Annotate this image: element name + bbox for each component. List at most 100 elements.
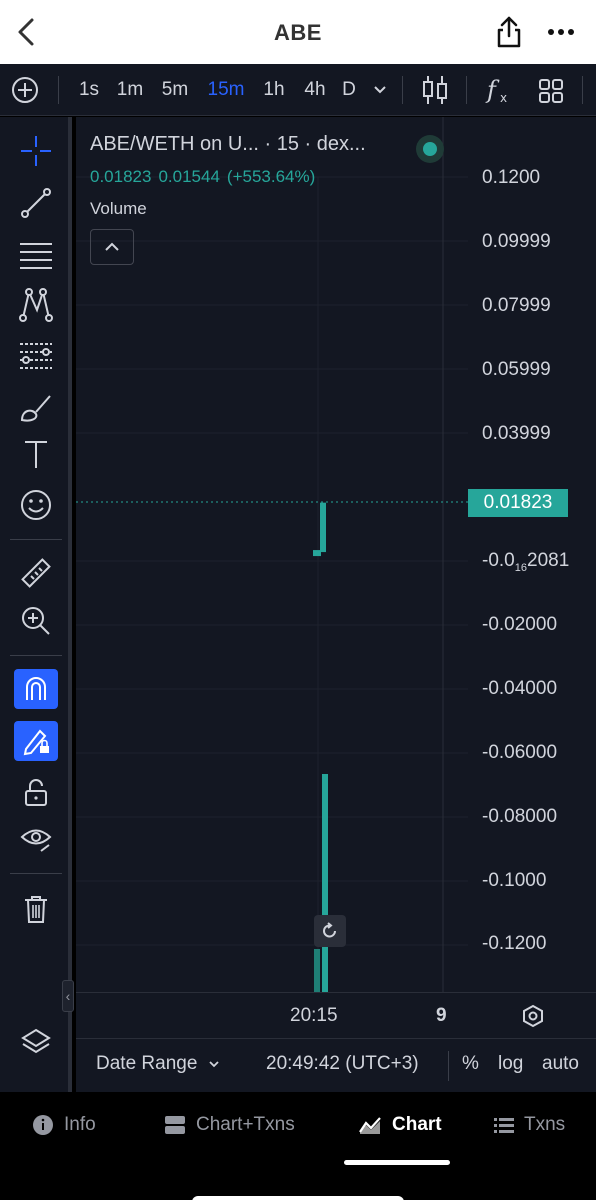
tools-divider [10, 873, 62, 874]
price-tick-label: 0.05999 [482, 359, 551, 380]
price-tick-label: 0.09999 [482, 231, 551, 252]
legend-change-percent: (+553.64%) [226, 167, 316, 186]
volume-bar [314, 949, 320, 992]
percent-scale-toggle[interactable]: % [462, 1053, 479, 1075]
tab-info-label: Info [64, 1114, 96, 1135]
interval-D[interactable]: D [338, 64, 360, 116]
reset-chart-icon[interactable] [314, 915, 346, 947]
drawing-tools-panel [0, 117, 72, 1092]
footer-divider [448, 1051, 449, 1081]
brush-icon[interactable] [14, 387, 58, 427]
price-tick-label: -0.1000 [482, 870, 547, 891]
collapse-tools-chevron-icon[interactable]: ‹ [62, 980, 74, 1012]
stay-in-drawing-mode-icon[interactable] [14, 721, 58, 761]
time-axis[interactable]: 20:15 9 [76, 992, 596, 1038]
price-tick-label: -0.1200 [482, 933, 547, 954]
pattern-icon[interactable] [14, 285, 58, 325]
chevron-down-icon [209, 1061, 219, 1068]
horizontal-lines-icon[interactable] [14, 235, 58, 275]
current-price-badge: 0.01823 [468, 489, 568, 517]
trash-icon[interactable] [14, 889, 58, 929]
candle-group [313, 502, 326, 557]
interval-1m[interactable]: 1m [112, 64, 148, 116]
interval-5m[interactable]: 5m [156, 64, 194, 116]
price-tick-label: -0.02000 [482, 614, 558, 635]
legend-close-value: 0.01823 [90, 167, 152, 186]
svg-text:x: x [500, 91, 507, 105]
trend-line-icon[interactable] [14, 183, 58, 223]
chart-toolbar: 1s 1m 5m 15m 1h 4h D fx [0, 64, 596, 116]
price-tick-label: -0.08000 [482, 806, 558, 827]
lock-icon[interactable] [14, 773, 58, 813]
market-status-dot [416, 135, 444, 163]
svg-text:f: f [485, 76, 500, 104]
tab-chart-label: Chart [392, 1114, 442, 1135]
price-chart[interactable]: ABE/WETH on U... · 15 · dex... 0.01823 0.… [76, 117, 596, 1092]
volume-legend-label: Volume [90, 199, 147, 218]
price-tick-label-subscript: -0.0162081 [482, 550, 569, 574]
interval-1h[interactable]: 1h [258, 64, 290, 116]
interval-dropdown-chevron-icon[interactable] [368, 64, 392, 116]
chart-footer-bar: Date Range 20:49:42 (UTC+3) % log auto [76, 1038, 596, 1092]
layers-icon[interactable] [14, 1023, 58, 1063]
price-tick-label: 0.03999 [482, 423, 551, 444]
interval-1s[interactable]: 1s [72, 64, 106, 116]
toolbar-divider [582, 76, 583, 104]
tab-chart[interactable]: Chart [358, 1114, 442, 1136]
magnet-icon[interactable] [14, 669, 58, 709]
legend-collapse-chevron-icon[interactable] [90, 229, 134, 265]
tab-chart-txns[interactable]: Chart+Txns [164, 1114, 295, 1136]
legend-change-value: 0.01544 [158, 167, 220, 186]
clock-timezone[interactable]: 20:49:42 (UTC+3) [266, 1053, 419, 1075]
add-symbol-icon[interactable] [10, 64, 40, 116]
time-axis-extra-label: 9 [436, 1005, 447, 1026]
price-tick-prefix: -0.0 [482, 550, 515, 571]
date-range-label: Date Range [96, 1053, 198, 1074]
text-tool-icon[interactable] [14, 435, 58, 475]
candlestick-type-icon[interactable] [418, 64, 452, 116]
tools-divider [10, 655, 62, 656]
tab-info[interactable]: Info [32, 1114, 96, 1136]
share-icon[interactable] [492, 14, 526, 50]
ruler-icon[interactable] [14, 553, 58, 593]
toolbar-divider [466, 76, 467, 104]
price-tick-label: 0.07999 [482, 295, 551, 316]
tab-txns[interactable]: Txns [494, 1114, 565, 1136]
toolbar-divider [58, 76, 59, 104]
bottom-sheet-edge [192, 1196, 404, 1200]
tab-chart-txns-label: Chart+Txns [196, 1114, 295, 1135]
interval-4h[interactable]: 4h [298, 64, 332, 116]
top-navigation-bar: ABE [0, 0, 596, 64]
info-icon [33, 1115, 53, 1135]
toolbar-divider [402, 76, 403, 104]
layout-grid-icon[interactable] [534, 64, 568, 116]
tools-divider [10, 539, 62, 540]
more-options-icon[interactable] [544, 18, 578, 46]
split-view-icon [165, 1116, 185, 1134]
emoji-icon[interactable] [14, 485, 58, 525]
symbol-legend-title[interactable]: ABE/WETH on U... · 15 · dex... [90, 133, 366, 156]
home-indicator [344, 1160, 450, 1165]
fib-retracement-icon[interactable] [14, 335, 58, 375]
eye-icon[interactable] [14, 819, 58, 859]
tab-txns-label: Txns [524, 1114, 566, 1135]
interval-15m[interactable]: 15m [202, 64, 250, 116]
settings-hexagon-icon[interactable] [520, 1003, 546, 1029]
zoom-in-icon[interactable] [14, 601, 58, 641]
price-tick-label: -0.06000 [482, 742, 558, 763]
crosshair-icon[interactable] [14, 131, 58, 171]
log-scale-toggle[interactable]: log [498, 1053, 523, 1075]
date-range-button[interactable]: Date Range [96, 1053, 221, 1075]
price-tick-zero-count: 16 [514, 561, 527, 574]
price-tick-label: -0.04000 [482, 678, 558, 699]
candle-body [320, 502, 326, 553]
auto-scale-toggle[interactable]: auto [542, 1053, 579, 1075]
bottom-tab-bar: Info Chart+Txns Chart Txns [0, 1092, 596, 1200]
area-chart-icon [359, 1117, 381, 1134]
time-tick-label: 20:15 [290, 1005, 338, 1026]
candle-open-tick [313, 550, 321, 557]
price-tick-suffix: 2081 [527, 550, 570, 571]
volume-bar [322, 774, 328, 992]
indicators-fx-icon[interactable]: fx [482, 64, 516, 116]
price-tick-label: 0.1200 [482, 167, 541, 188]
